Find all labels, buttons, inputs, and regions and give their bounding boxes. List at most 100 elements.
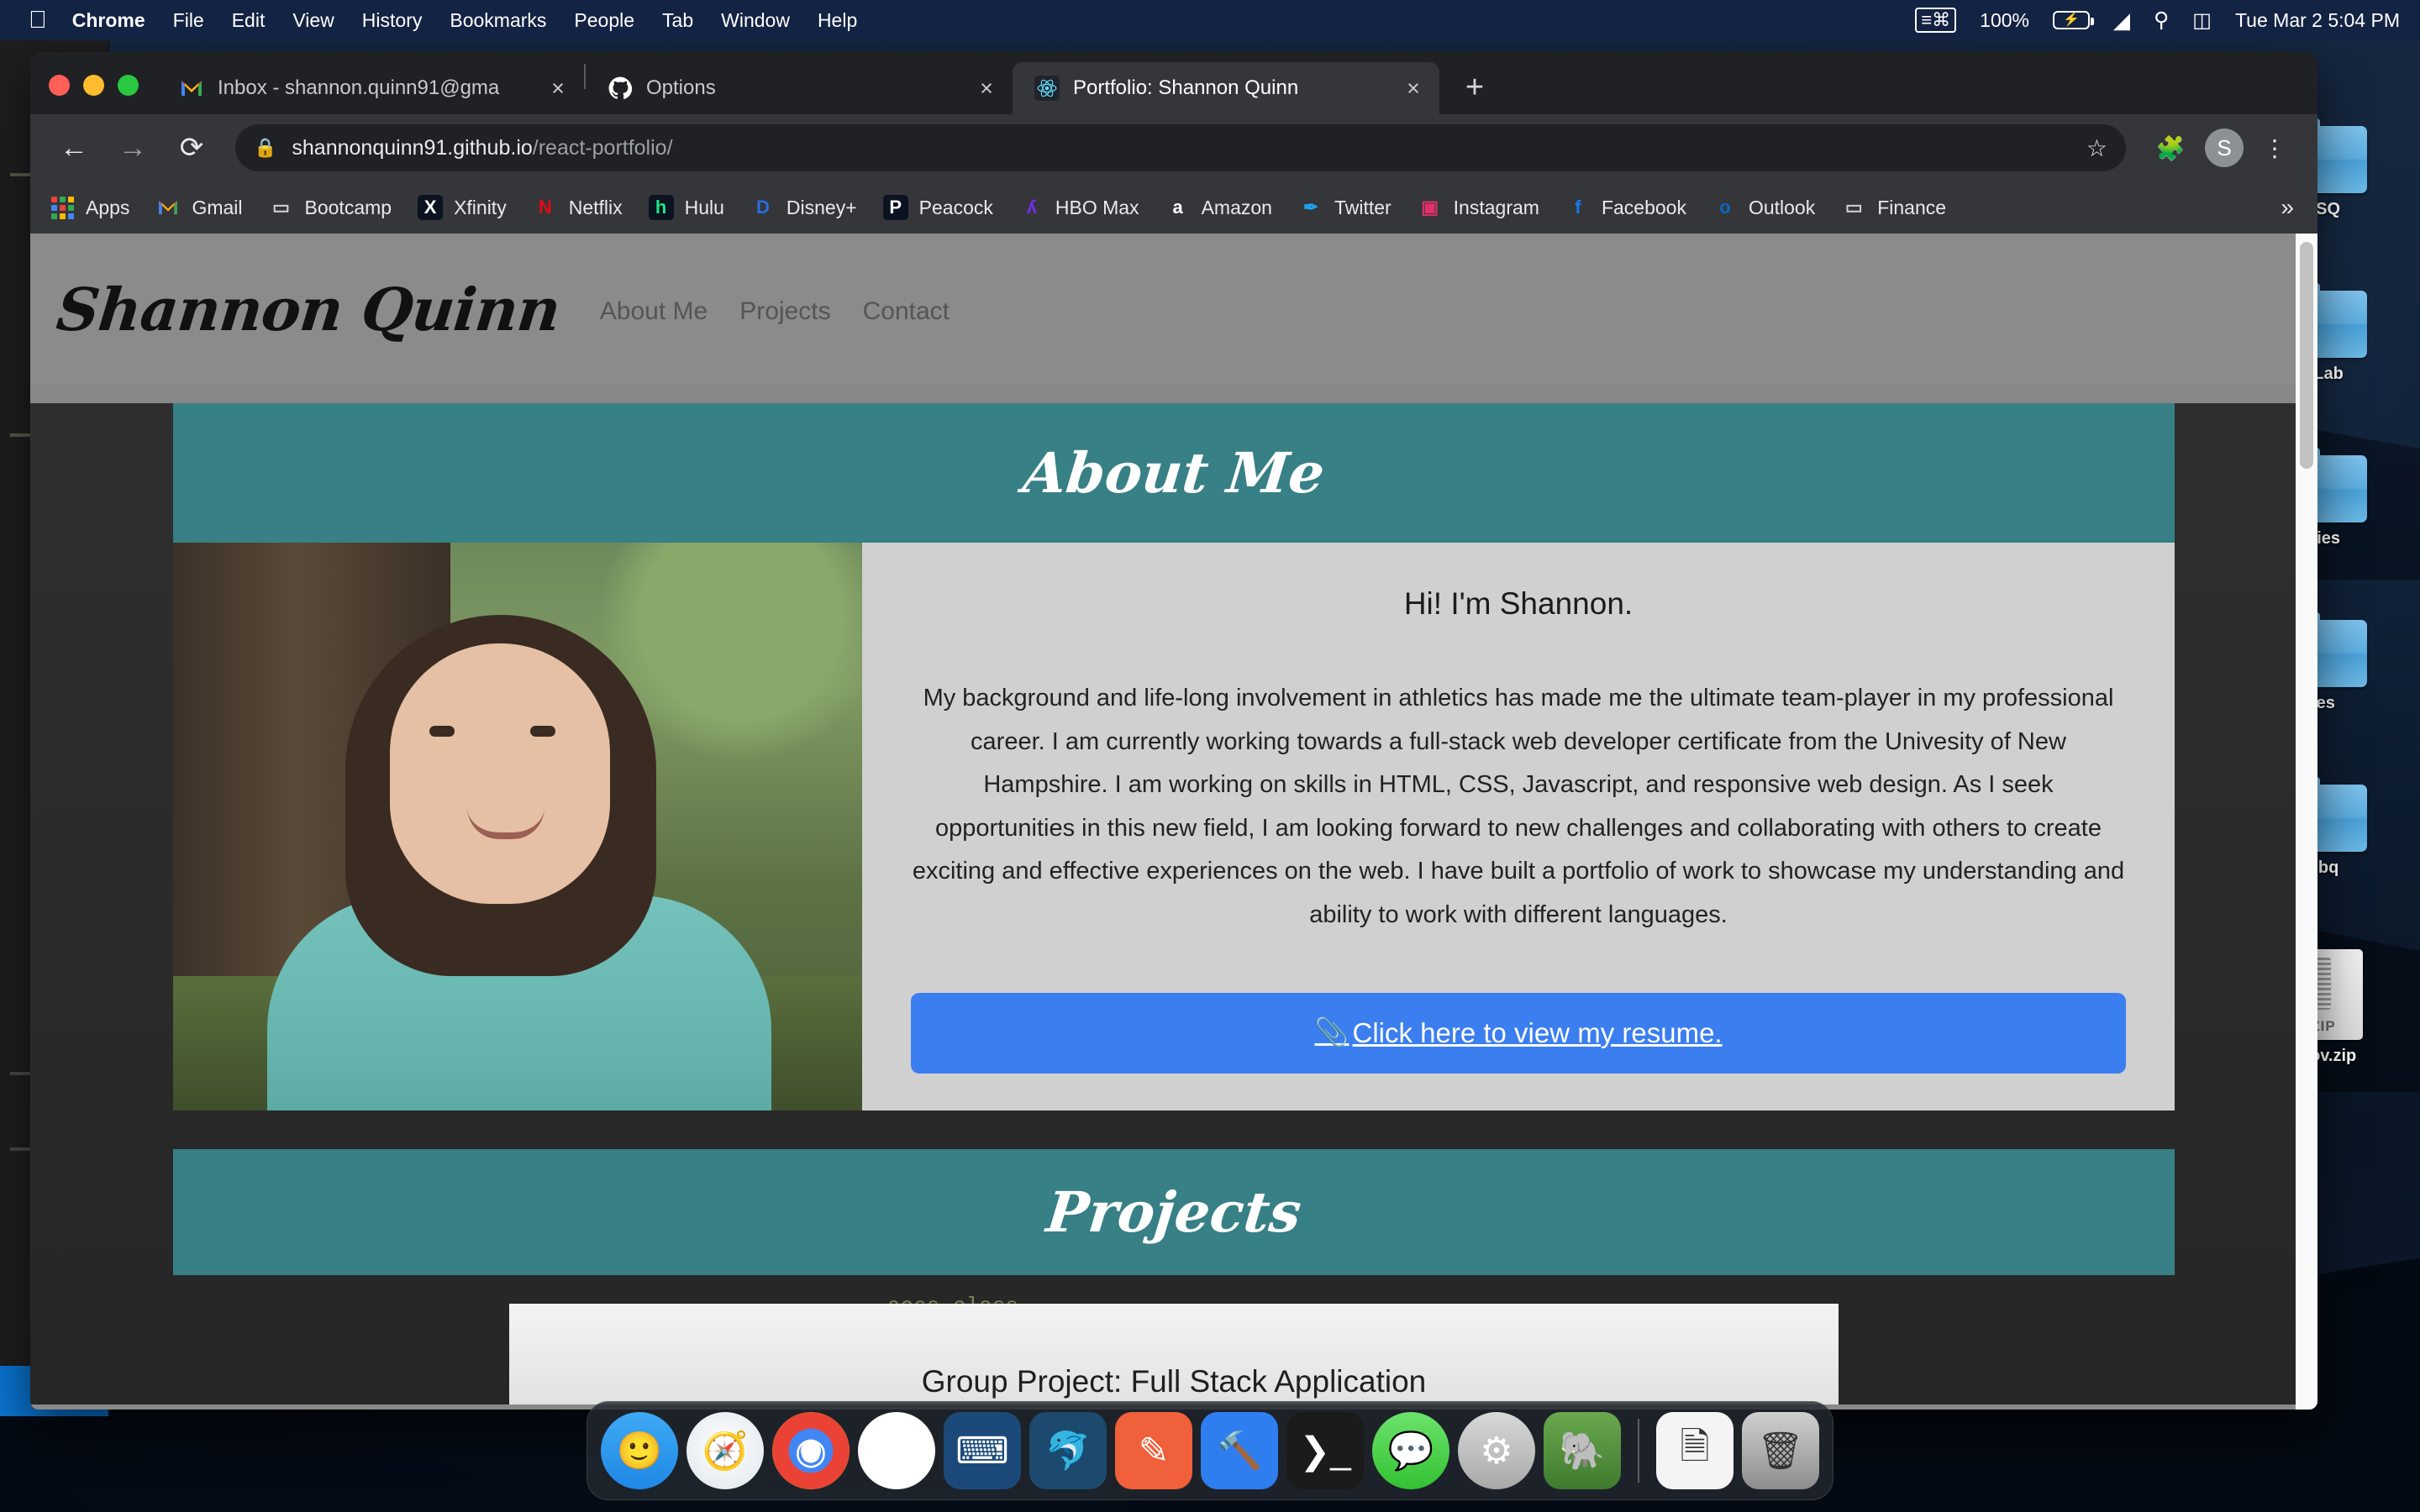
- close-window-button[interactable]: [49, 75, 70, 96]
- dock-item-safari[interactable]: 🧭: [687, 1412, 764, 1489]
- address-bar[interactable]: 🔒 shannonquinn91.github.io /react-portfo…: [235, 124, 2126, 171]
- site-brand[interactable]: Shannon Quinn: [54, 275, 564, 344]
- view-resume-button[interactable]: 📎 Click here to view my resume.: [911, 992, 2126, 1074]
- bookmark-amazon[interactable]: a Amazon: [1165, 194, 1272, 221]
- forward-button[interactable]: →: [109, 124, 156, 171]
- nav-link-projects[interactable]: Projects: [739, 297, 830, 326]
- chrome-browser-window: Inbox - shannon.quinn91@gma × Options ×: [30, 52, 2317, 1410]
- menu-bar-clock[interactable]: Tue Mar 2 5:04 PM: [2235, 9, 2400, 32]
- bookmark-apps[interactable]: Apps: [49, 194, 129, 221]
- puzzle-icon[interactable]: 🧩: [2148, 125, 2193, 171]
- dock-item-terminal[interactable]: ❯_: [1286, 1412, 1364, 1489]
- dock-item-visual-studio-code[interactable]: ⌨: [944, 1412, 1021, 1489]
- menu-item-history[interactable]: History: [362, 9, 423, 32]
- terminal-icon: ❯_: [1299, 1430, 1351, 1472]
- search-icon[interactable]: ⚲: [2154, 8, 2169, 33]
- folder-icon: ▭: [272, 197, 290, 218]
- nav-link-about-me[interactable]: About Me: [600, 297, 708, 326]
- evernote-icon: 🐘: [1559, 1431, 1606, 1472]
- site-nav: About Me Projects Contact: [600, 297, 950, 326]
- dock-item-chrome[interactable]: ◉: [772, 1412, 850, 1489]
- close-icon[interactable]: ×: [972, 74, 1001, 102]
- bookmark-twitter[interactable]: ✒ Twitter: [1297, 194, 1392, 221]
- portrait-photo: [173, 543, 862, 1110]
- bookmark-peacock[interactable]: P Peacock: [882, 194, 993, 221]
- back-button[interactable]: ←: [50, 124, 97, 171]
- safari-icon: 🧭: [702, 1431, 749, 1472]
- hbomax-icon: ʎ: [1026, 197, 1037, 218]
- bookmark-label: Outlook: [1748, 196, 1816, 218]
- star-icon[interactable]: ☆: [2086, 134, 2107, 162]
- menu-item-bookmarks[interactable]: Bookmarks: [450, 9, 546, 32]
- bookmark-facebook[interactable]: f Facebook: [1565, 194, 1686, 221]
- menu-item-chrome[interactable]: Chrome: [72, 9, 145, 32]
- xcode-icon: 🔨: [1216, 1431, 1263, 1472]
- menu-item-window[interactable]: Window: [721, 9, 790, 32]
- dock-item-document[interactable]: 🗎: [1656, 1412, 1733, 1489]
- twitter-icon: ✒: [1302, 197, 1319, 218]
- bookmark-label: Apps: [86, 196, 130, 218]
- nav-link-contact[interactable]: Contact: [863, 297, 950, 326]
- page-scrollbar[interactable]: [2296, 234, 2317, 1410]
- menu-item-tab[interactable]: Tab: [662, 9, 693, 32]
- new-tab-button[interactable]: +: [1451, 64, 1498, 111]
- browser-tab-portfolio[interactable]: Portfolio: Shannon Quinn ×: [1013, 62, 1439, 114]
- dock-item-trash[interactable]: 🗑: [1742, 1412, 1819, 1489]
- menu-item-file[interactable]: File: [173, 9, 204, 32]
- battery-charging-icon[interactable]: ⚡: [2052, 11, 2094, 29]
- menu-item-edit[interactable]: Edit: [232, 9, 266, 32]
- bookmark-gmail[interactable]: Gmail: [155, 194, 243, 221]
- profile-avatar[interactable]: S: [2205, 129, 2244, 167]
- netflix-icon: N: [538, 197, 552, 218]
- apple-icon[interactable]: : [29, 8, 47, 33]
- facebook-icon: f: [1575, 197, 1581, 218]
- sketch-icon: ✎: [1138, 1430, 1170, 1472]
- maximize-window-button[interactable]: [118, 75, 139, 96]
- projects-banner: Projects: [173, 1148, 2175, 1275]
- bookmark-disney-[interactable]: D Disney+: [750, 194, 857, 221]
- menu-item-help[interactable]: Help: [818, 9, 857, 32]
- react-icon: [1034, 76, 1060, 101]
- bookmark-hbo-max[interactable]: ʎ HBO Max: [1018, 194, 1139, 221]
- menu-item-people[interactable]: People: [574, 9, 634, 32]
- hulu-icon: h: [648, 194, 675, 221]
- browser-tab-gmail[interactable]: Inbox - shannon.quinn91@gma ×: [157, 62, 584, 114]
- bookmarks-overflow-button[interactable]: »: [2281, 194, 2299, 221]
- screenshot-icon[interactable]: ≡⌘: [1915, 7, 1957, 34]
- dock-item-sketch[interactable]: ✎: [1115, 1412, 1192, 1489]
- tab-title: Options: [646, 76, 716, 99]
- bookmark-outlook[interactable]: o Outlook: [1712, 194, 1815, 221]
- minimize-window-button[interactable]: [83, 75, 104, 96]
- project-card[interactable]: Group Project: Full Stack Application: [509, 1303, 1839, 1404]
- close-icon[interactable]: ×: [1399, 74, 1428, 102]
- browser-tab-options[interactable]: Options ×: [586, 62, 1013, 114]
- gmail-icon: [155, 194, 182, 221]
- page-body: idth=device-width, initial-scale=1 bann …: [30, 403, 2317, 1404]
- document-icon: 🗎: [1680, 1425, 1710, 1467]
- wifi-icon[interactable]: ◢: [2113, 8, 2130, 34]
- disneyplus-icon: D: [755, 197, 770, 218]
- menu-item-view[interactable]: View: [292, 9, 334, 32]
- dock-item-system-preferences[interactable]: ⚙: [1458, 1412, 1535, 1489]
- control-center-icon[interactable]: ◫: [2192, 8, 2212, 33]
- apps-grid-icon: [49, 194, 76, 221]
- bookmark-bootcamp[interactable]: ▭ Bootcamp: [268, 194, 392, 221]
- dock-item-evernote[interactable]: 🐘: [1544, 1412, 1621, 1489]
- dock-item-mysql-workbench[interactable]: 🐬: [1029, 1412, 1107, 1489]
- bookmark-netflix[interactable]: N Netflix: [532, 194, 623, 221]
- bookmark-finance[interactable]: ▭ Finance: [1840, 194, 1946, 221]
- bookmark-instagram[interactable]: ▣ Instagram: [1417, 194, 1539, 221]
- kebab-menu-icon[interactable]: ⋮: [2252, 125, 2297, 171]
- dock-item-messages[interactable]: 💬: [1372, 1412, 1449, 1489]
- dock-item-finder[interactable]: 🙂: [601, 1412, 678, 1489]
- reload-button[interactable]: ⟳: [168, 124, 215, 171]
- project-card-title: Group Project: Full Stack Application: [921, 1363, 1427, 1399]
- outlook-icon: o: [1719, 197, 1731, 218]
- dock-item-xcode[interactable]: 🔨: [1201, 1412, 1278, 1489]
- scrollbar-thumb[interactable]: [2300, 242, 2313, 469]
- tab-title: Inbox - shannon.quinn91@gma: [218, 76, 500, 99]
- bookmark-xfinity[interactable]: X Xfinity: [417, 194, 507, 221]
- bookmark-hulu[interactable]: h Hulu: [648, 194, 724, 221]
- close-icon[interactable]: ×: [544, 74, 572, 102]
- dock-item-slack[interactable]: ⌗: [858, 1412, 935, 1489]
